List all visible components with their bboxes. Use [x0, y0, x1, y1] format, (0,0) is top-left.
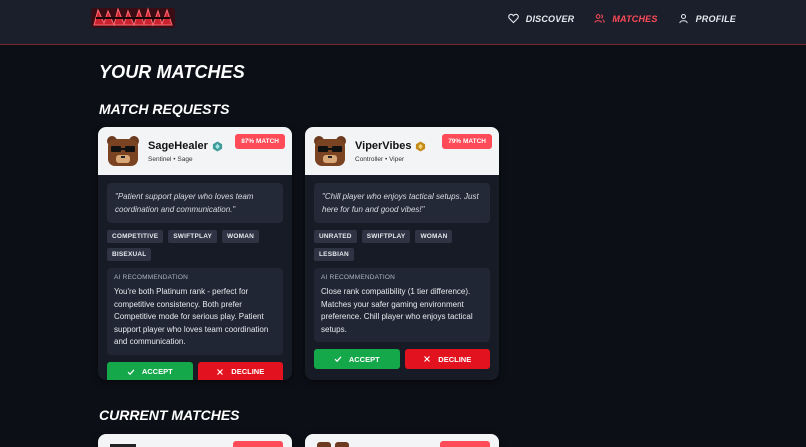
current-match-card[interactable]	[98, 434, 292, 447]
user-icon	[678, 13, 688, 24]
tag: WOMAN	[222, 230, 260, 243]
card-header: ViperVibes Controller • Viper 79% MATCH	[305, 127, 499, 175]
avatar-ear	[335, 442, 349, 447]
top-navbar: DISCOVER MATCHES PROFILE	[0, 0, 806, 45]
match-percent-badge	[440, 441, 490, 447]
card-header: SageHealer Sentinel • Sage 87% MATCH	[98, 127, 292, 175]
platinum-rank-icon	[212, 140, 223, 152]
avatar	[317, 442, 331, 447]
card-header	[305, 434, 499, 447]
tag: UNRATED	[314, 230, 357, 243]
player-bio: "Chill player who enjoys tactical setups…	[314, 183, 490, 223]
check-icon	[127, 368, 135, 375]
heart-icon	[507, 13, 519, 24]
current-matches-heading: CURRENT MATCHES	[99, 407, 240, 423]
player-role: Sentinel • Sage	[148, 156, 193, 163]
tag: SWIFTPLAY	[168, 230, 218, 243]
accept-button[interactable]: ACCEPT	[107, 361, 193, 380]
ai-recommendation-text: You're both Platinum rank - perfect for …	[114, 287, 269, 346]
close-icon	[424, 356, 431, 362]
card-header	[98, 434, 292, 447]
app-logo[interactable]	[90, 5, 176, 31]
check-icon	[334, 356, 342, 363]
match-requests-heading: MATCH REQUESTS	[99, 101, 230, 117]
users-icon	[594, 14, 606, 23]
player-name: ViperVibes	[355, 140, 412, 152]
accept-button[interactable]: ACCEPT	[314, 349, 400, 369]
player-role: Controller • Viper	[355, 156, 405, 163]
nav-profile[interactable]: PROFILE	[678, 13, 736, 24]
ai-recommendation-title: AI RECOMMENDATION	[114, 274, 189, 281]
match-percent-badge	[233, 441, 283, 447]
main-nav: DISCOVER MATCHES PROFILE	[507, 13, 736, 24]
avatar[interactable]	[105, 134, 141, 168]
decline-button[interactable]: DECLINE	[404, 349, 490, 369]
tag: LESBIAN	[314, 248, 354, 261]
ai-recommendation: AI RECOMMENDATION Close rank compatibili…	[314, 268, 490, 342]
tag: WOMAN	[415, 230, 453, 243]
match-request-card: ViperVibes Controller • Viper 79% MATCH …	[305, 127, 499, 380]
player-name-row: SageHealer	[148, 140, 223, 152]
tag-list: COMPETITIVE SWIFTPLAY WOMAN BISEXUAL	[107, 230, 283, 261]
accept-label: ACCEPT	[348, 354, 380, 364]
tag: SWIFTPLAY	[361, 230, 411, 243]
ai-recommendation-title: AI RECOMMENDATION	[321, 274, 396, 281]
request-actions: ACCEPT DECLINE	[107, 361, 283, 380]
avatar[interactable]	[312, 134, 348, 168]
tag: COMPETITIVE	[107, 230, 164, 243]
player-name-row: ViperVibes	[355, 140, 426, 152]
decline-label: DECLINE	[231, 367, 265, 376]
tag: BISEXUAL	[107, 248, 152, 261]
request-actions: ACCEPT DECLINE	[314, 349, 490, 369]
tag-list: UNRATED SWIFTPLAY WOMAN LESBIAN	[314, 230, 490, 261]
nav-discover-label: DISCOVER	[525, 13, 575, 24]
player-bio: "Patient support player who loves team c…	[107, 183, 283, 223]
nav-matches-label: MATCHES	[612, 13, 658, 24]
nav-matches[interactable]: MATCHES	[594, 13, 657, 24]
match-percent-badge: 87% MATCH	[235, 134, 285, 149]
ai-recommendation-text: Close rank compatibility (1 tier differe…	[321, 287, 473, 334]
current-match-card[interactable]	[305, 434, 499, 447]
ai-recommendation: AI RECOMMENDATION You're both Platinum r…	[107, 268, 283, 355]
nav-profile-label: PROFILE	[695, 13, 736, 24]
gold-rank-icon	[416, 140, 426, 152]
nav-discover[interactable]: DISCOVER	[507, 13, 575, 24]
player-name: SageHealer	[148, 140, 208, 152]
page-title: YOUR MATCHES	[99, 62, 245, 82]
accept-label: ACCEPT	[141, 367, 173, 376]
decline-button[interactable]: DECLINE	[197, 361, 283, 380]
close-icon	[217, 368, 224, 375]
match-percent-badge: 79% MATCH	[442, 134, 492, 149]
decline-label: DECLINE	[438, 354, 472, 364]
match-request-card: SageHealer Sentinel • Sage 87% MATCH "Pa…	[98, 127, 292, 380]
